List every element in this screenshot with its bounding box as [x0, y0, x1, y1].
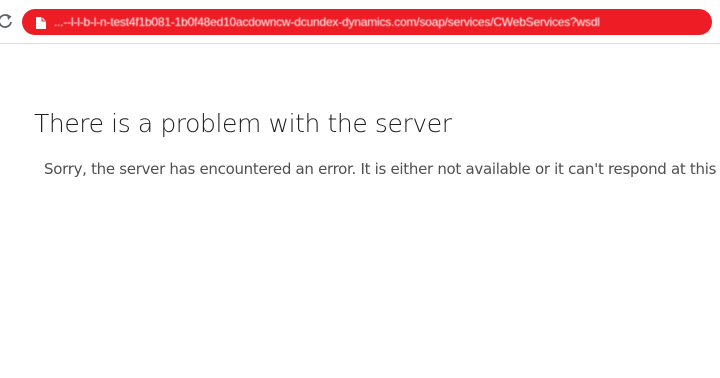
page-title: There is a problem with the server: [34, 109, 452, 138]
address-bar[interactable]: ...--l-l-b-l-n-test4f1b081-1b0f48ed10acd…: [22, 9, 712, 35]
error-page: There is a problem with the server Sorry…: [0, 44, 720, 378]
browser-toolbar: ...--l-l-b-l-n-test4f1b081-1b0f48ed10acd…: [0, 0, 720, 44]
url-text[interactable]: ...--l-l-b-l-n-test4f1b081-1b0f48ed10acd…: [54, 14, 694, 30]
reload-icon[interactable]: [0, 11, 12, 33]
error-message: Sorry, the server has encountered an err…: [44, 160, 720, 178]
page-info-icon[interactable]: [35, 15, 47, 29]
